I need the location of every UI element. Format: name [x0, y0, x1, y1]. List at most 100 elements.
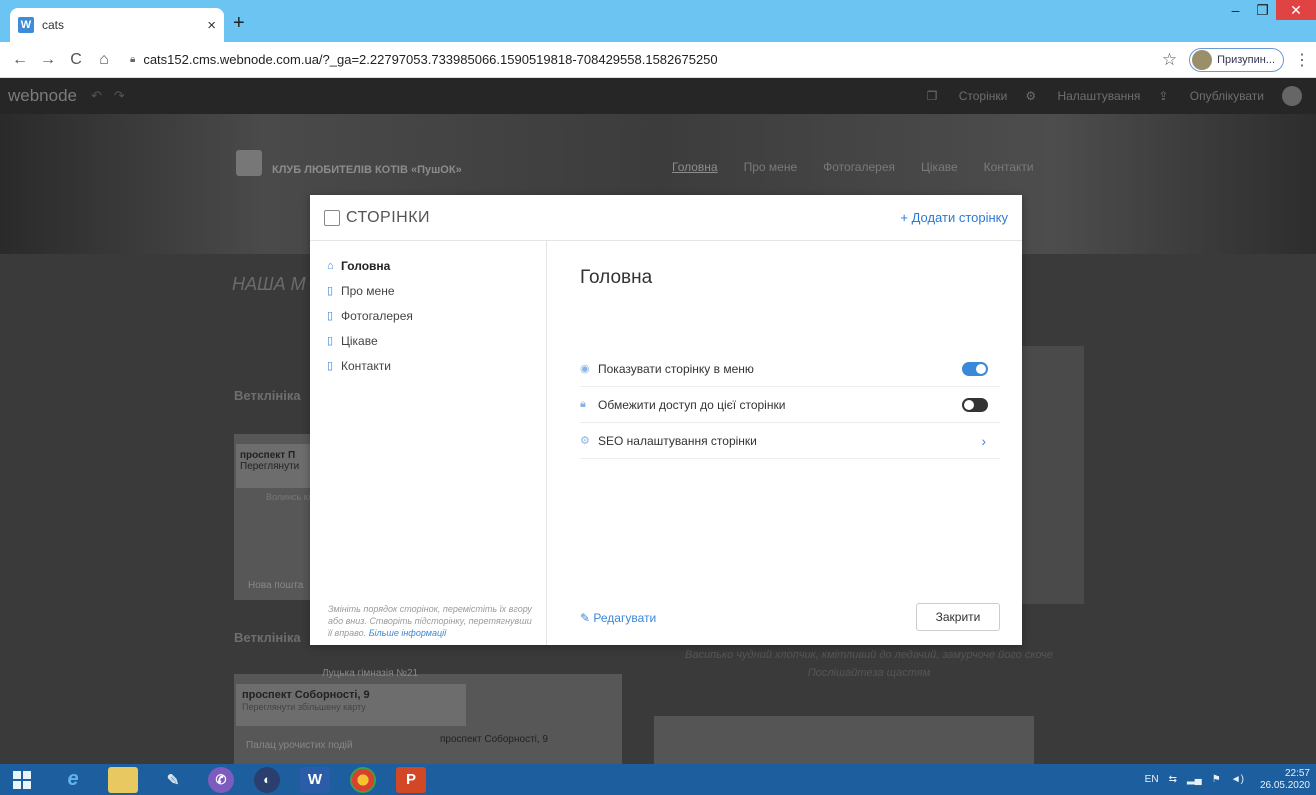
- page-item-contacts[interactable]: ▯ Контакти: [310, 353, 546, 378]
- toggle-knob: [976, 363, 986, 374]
- reload-button[interactable]: C: [62, 51, 90, 69]
- map-card: проспект Соборності, 9 Переглянути збіль…: [236, 684, 466, 726]
- viber-icon[interactable]: ✆: [208, 766, 234, 793]
- page-settings: Головна ◉ Показувати сторінку в меню 🔒︎ …: [547, 241, 1022, 645]
- page-icon: ▯: [327, 285, 334, 297]
- edit-link[interactable]: ✎ Редагувати: [580, 611, 656, 625]
- page-item-about[interactable]: ▯ Про мене: [310, 278, 546, 303]
- clock-date: 26.05.2020: [1259, 779, 1310, 791]
- site-name: КЛУБ ЛЮБИТЕЛІВ КОТІВ «ПушОК»: [272, 164, 462, 176]
- page-item-label: Контакти: [341, 358, 391, 373]
- page-item-gallery[interactable]: ▯ Фотогалерея: [310, 303, 546, 328]
- signal-icon[interactable]: ▂▄: [1187, 774, 1202, 785]
- page-item-interesting[interactable]: ▯ Цікаве: [310, 328, 546, 353]
- user-icon[interactable]: [1282, 86, 1302, 106]
- url-text: cats152.cms.webnode.com.ua/?_ga=2.227970…: [143, 52, 718, 67]
- new-tab-button[interactable]: +: [233, 12, 245, 35]
- map-label: Палац урочистих подій: [246, 740, 353, 751]
- tab-close-icon[interactable]: ×: [207, 17, 216, 34]
- site-nav-item[interactable]: Головна: [672, 160, 718, 174]
- editor-pages-link[interactable]: ❐ Сторінки: [927, 89, 1008, 103]
- webnode-favicon-icon: W: [18, 17, 34, 33]
- edit-label: Редагувати: [593, 611, 657, 625]
- volume-icon[interactable]: ◄): [1231, 774, 1244, 785]
- avatar: [1192, 49, 1213, 70]
- map-card-title: проспект Соборності, 9: [242, 689, 370, 701]
- caption-line: Послішайтеза щастям: [807, 667, 931, 679]
- site-logo: [236, 150, 262, 176]
- file-explorer-icon[interactable]: [108, 766, 138, 793]
- page-item-home[interactable]: ⌂ Головна: [310, 253, 546, 278]
- chevron-right-icon: ›: [981, 432, 986, 449]
- map-card-sub[interactable]: Переглянути збільшену карту: [242, 702, 366, 712]
- editor-settings-label: Налаштування: [1057, 89, 1141, 103]
- flag-icon[interactable]: ⚑: [1212, 774, 1221, 785]
- clock[interactable]: 22:57 26.05.2020: [1260, 768, 1310, 792]
- eye-icon: ◉: [580, 363, 590, 375]
- restrict-access-toggle[interactable]: [962, 397, 988, 412]
- start-button[interactable]: [6, 764, 38, 795]
- editor-publish-link[interactable]: ⇪ Опублікувати: [1158, 89, 1264, 103]
- site-nav: Головна Про мене Фотогалерея Цікаве Конт…: [672, 160, 1060, 174]
- add-page-button[interactable]: + Додати сторінку: [900, 210, 1008, 225]
- vet-heading: Ветклініка: [234, 388, 301, 403]
- back-button[interactable]: ←: [6, 51, 34, 69]
- language-indicator[interactable]: EN: [1145, 774, 1159, 785]
- profile-name: Призупин...: [1217, 53, 1275, 66]
- url-field[interactable]: 🔒︎ cats152.cms.webnode.com.ua/?_ga=2.227…: [130, 52, 1162, 67]
- map-label: Нова пошта: [248, 580, 304, 591]
- network-icon[interactable]: ⇆: [1169, 774, 1177, 785]
- window-close-button[interactable]: ✕: [1276, 0, 1316, 20]
- minimize-button[interactable]: –: [1222, 0, 1249, 20]
- pages-icon: [324, 209, 340, 226]
- page-item-label: Цікаве: [341, 333, 378, 348]
- map-label: проспект Соборності, 9: [440, 734, 548, 745]
- lock-icon: 🔒︎: [130, 54, 136, 65]
- editor-publish-label: Опублікувати: [1189, 89, 1264, 103]
- profile-button[interactable]: Призупин...: [1189, 47, 1284, 72]
- map-label: Луцька гімназія №21: [322, 668, 419, 679]
- menu-dots-icon[interactable]: ⋮: [1294, 50, 1310, 70]
- setting-label: Показувати сторінку в меню: [598, 361, 754, 376]
- home-button[interactable]: ⌂: [90, 51, 118, 69]
- site-nav-item[interactable]: Про мене: [744, 160, 798, 174]
- sidebar-hint: Змініть порядок сторінок, перемістіть їх…: [328, 603, 538, 639]
- webnode-editor-bar: webnode ↶↷ ❐ Сторінки ⚙ Налаштування ⇪ О…: [0, 78, 1316, 114]
- more-info-link[interactable]: Більше інформації: [369, 628, 446, 638]
- maximize-button[interactable]: ❐: [1249, 0, 1276, 20]
- undo-redo-icons[interactable]: ↶↷: [91, 88, 137, 104]
- restrict-access-row[interactable]: 🔒︎ Обмежити доступ до цієї сторінки: [580, 387, 1000, 423]
- chrome-icon[interactable]: [350, 766, 376, 793]
- show-in-menu-row[interactable]: ◉ Показувати сторінку в меню: [580, 351, 1000, 387]
- tab-title: cats: [42, 18, 65, 32]
- kitten-photo: [654, 716, 1034, 764]
- forward-button[interactable]: →: [34, 51, 62, 69]
- site-nav-item[interactable]: Фотогалерея: [823, 160, 895, 174]
- hero-text: НАША М: [232, 274, 306, 294]
- page-icon: ▯: [327, 335, 334, 347]
- site-nav-item[interactable]: Цікаве: [921, 160, 958, 174]
- powerpoint-icon[interactable]: P: [396, 766, 426, 793]
- word-icon[interactable]: W: [300, 766, 330, 793]
- internet-explorer-icon[interactable]: e: [58, 767, 88, 793]
- page-icon: ▯: [327, 310, 334, 322]
- show-in-menu-toggle[interactable]: [962, 361, 988, 376]
- site-nav-item[interactable]: Контакти: [984, 160, 1034, 174]
- seo-settings-row[interactable]: ⚙ SEO налаштування сторінки ›: [580, 423, 1000, 459]
- map-card-sub[interactable]: Переглянути: [240, 461, 299, 472]
- modal-title: СТОРІНКИ: [346, 208, 431, 226]
- cat-photo: [1020, 346, 1084, 604]
- address-bar: ← → C ⌂ 🔒︎ cats152.cms.webnode.com.ua/?_…: [0, 42, 1316, 78]
- map-card: проспект П Переглянути: [236, 444, 312, 488]
- bookmark-star-icon[interactable]: ☆: [1162, 50, 1177, 70]
- paint-icon[interactable]: ✎: [158, 767, 188, 793]
- photo-caption: Васипько чудний хлопчик, кмітливий до ле…: [654, 646, 1084, 682]
- window-controls: – ❐ ✕: [1222, 0, 1316, 22]
- close-button[interactable]: Закрити: [916, 603, 1000, 631]
- browser-tab[interactable]: W cats ×: [10, 8, 224, 42]
- gear-icon: ⚙: [580, 435, 590, 447]
- pages-sidebar: ⌂ Головна ▯ Про мене ▯ Фотогалерея ▯ Цік…: [310, 241, 547, 645]
- setting-label: Обмежити доступ до цієї сторінки: [598, 397, 786, 412]
- browser-app-icon[interactable]: ◐: [254, 766, 280, 793]
- editor-settings-link[interactable]: ⚙ Налаштування: [1025, 89, 1140, 103]
